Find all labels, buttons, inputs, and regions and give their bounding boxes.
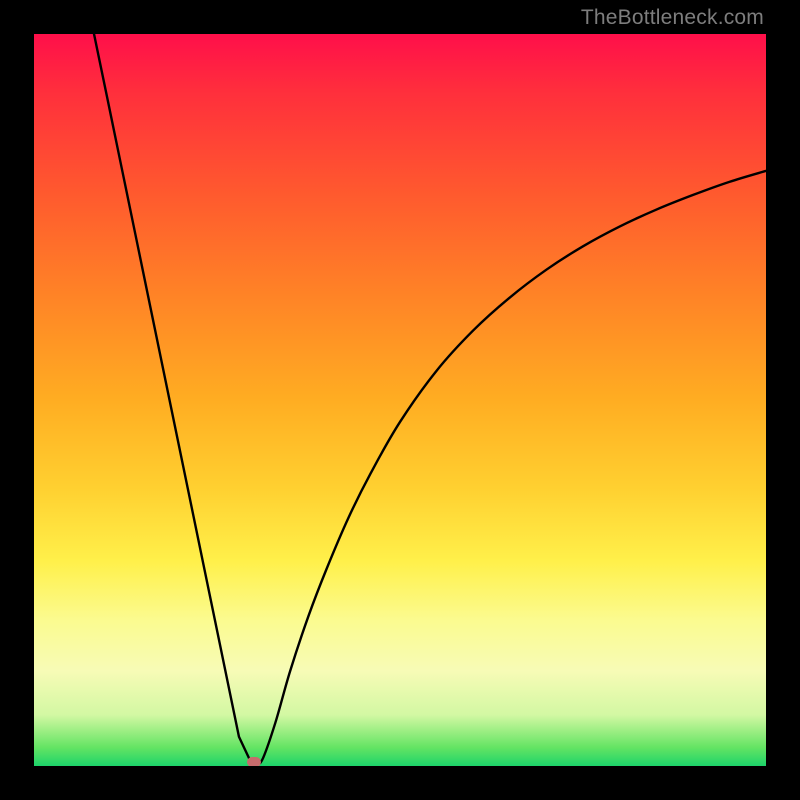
- watermark-text: TheBottleneck.com: [581, 6, 764, 30]
- minimum-marker: [247, 757, 261, 766]
- chart-frame: TheBottleneck.com: [0, 0, 800, 800]
- bottleneck-curve: [34, 34, 766, 766]
- plot-area: [34, 34, 766, 766]
